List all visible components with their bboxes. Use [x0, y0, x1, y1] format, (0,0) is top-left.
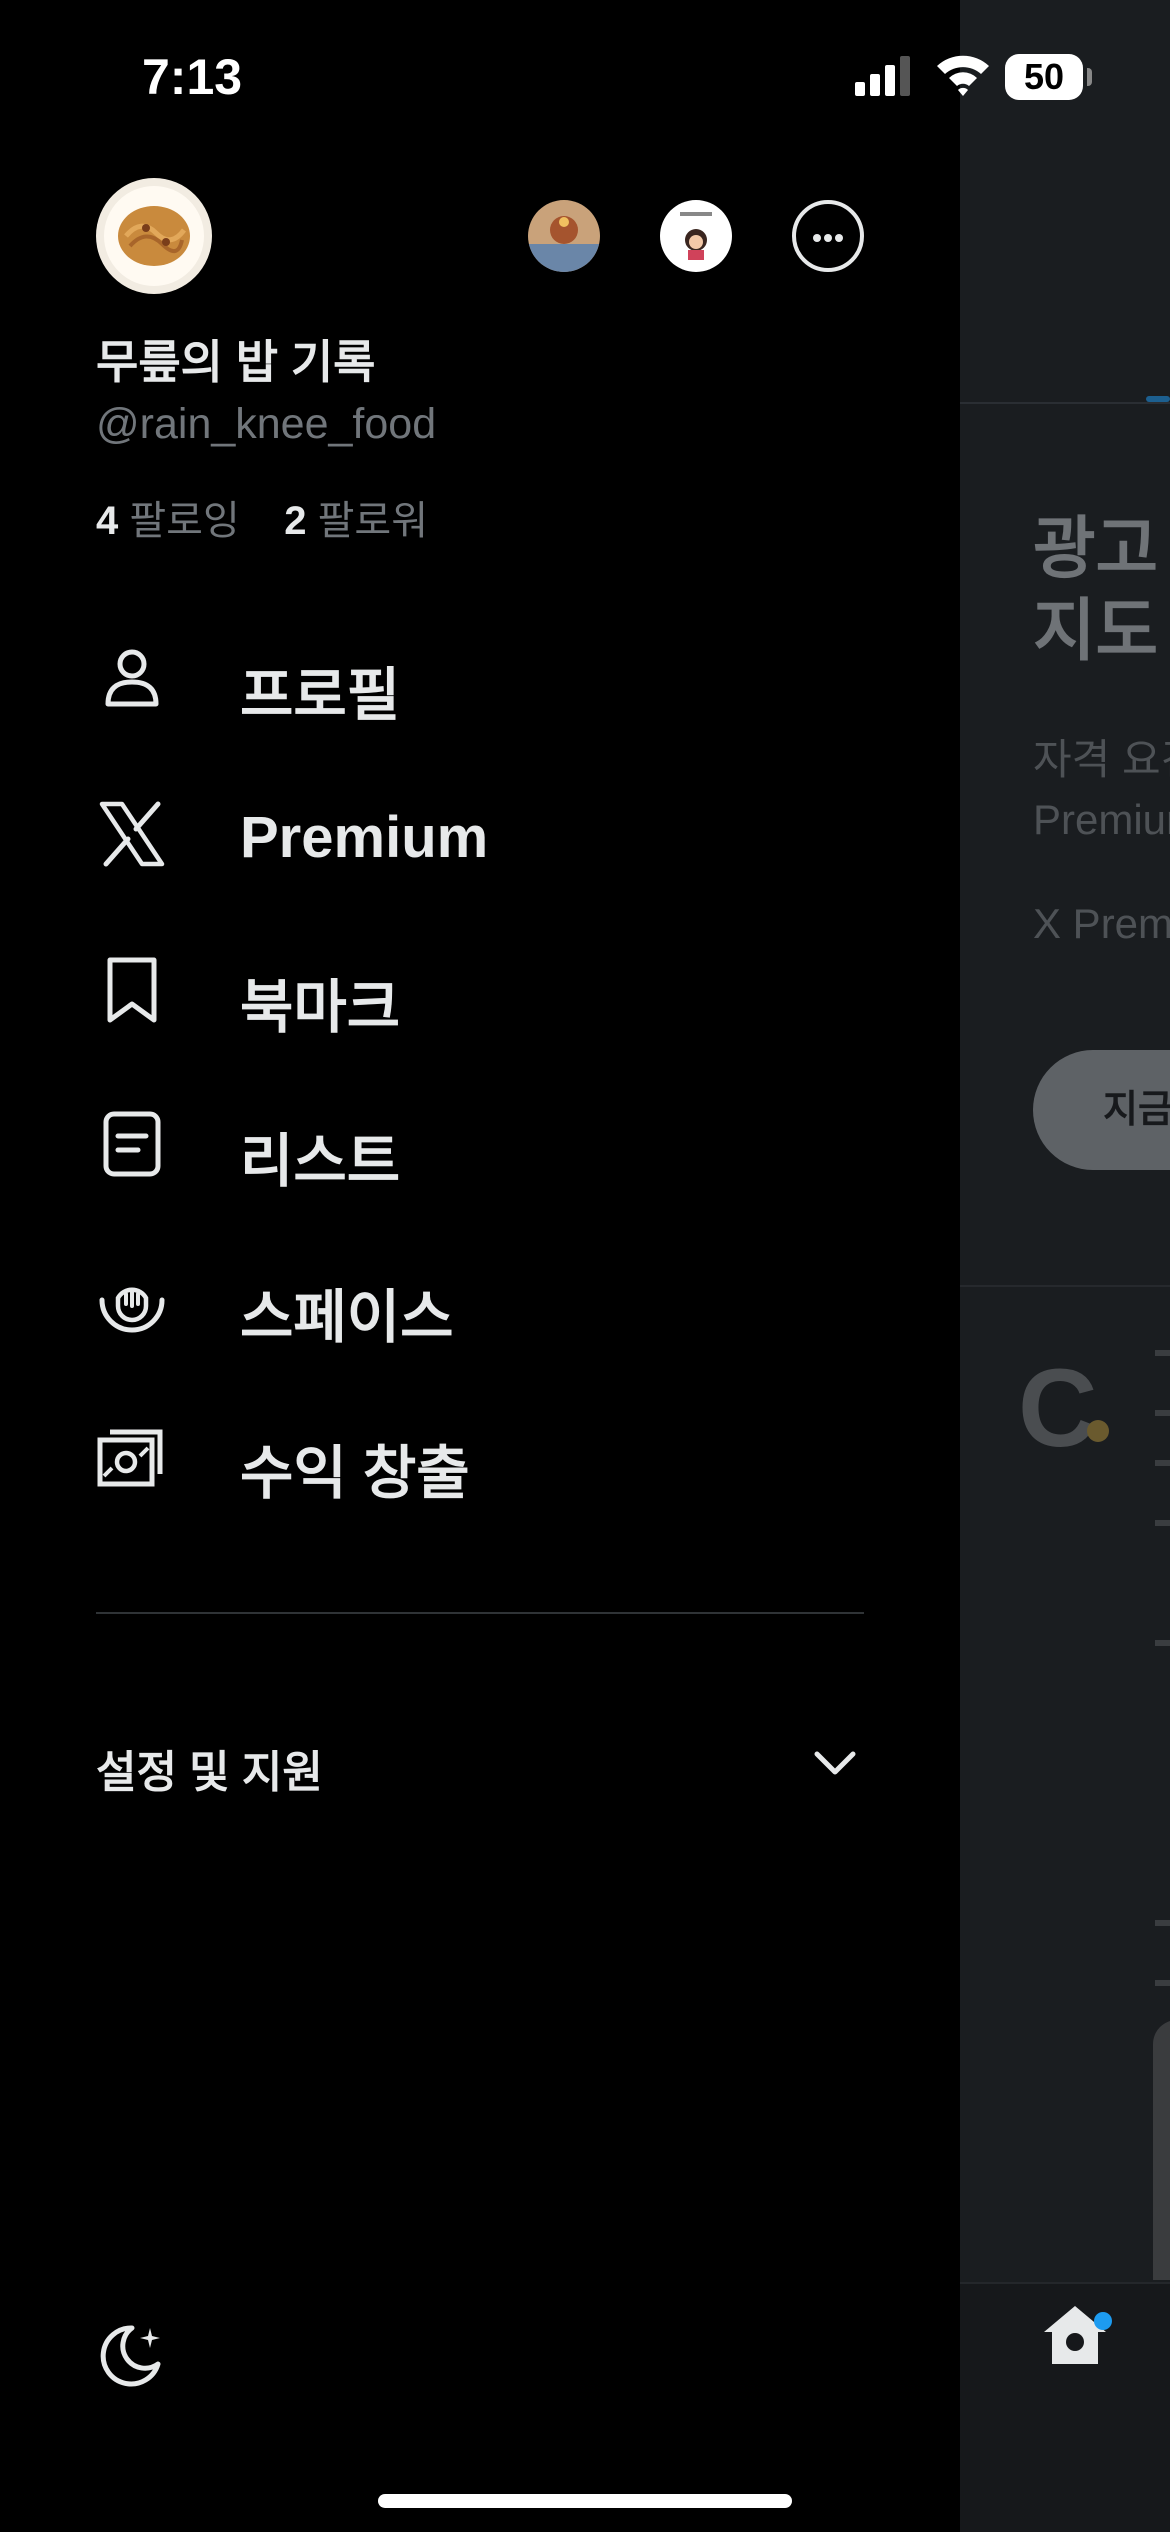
- spaces-icon: [99, 1287, 165, 1333]
- ad-title: 광고 지도: [1033, 511, 1159, 669]
- cellular-signal-icon: [855, 56, 910, 96]
- brand-logo-dot: [1087, 1420, 1109, 1442]
- following-count: 4: [96, 499, 119, 543]
- active-tab-indicator: [1146, 396, 1170, 402]
- chevron-down-icon: [814, 1751, 856, 1775]
- menu-item-monetization[interactable]: 수익 창출: [96, 1400, 876, 1510]
- battery-cap: [1087, 68, 1092, 86]
- post-image: [1153, 2020, 1170, 2280]
- display-name: 무릎의 밥 기록: [96, 336, 376, 388]
- notification-dot: [1094, 2312, 1112, 2330]
- settings-label: 설정 및 지원: [96, 1748, 323, 1797]
- feed-separator: [960, 1285, 1170, 1287]
- followers-label: 팔로워: [317, 499, 429, 543]
- following-label: 팔로잉: [129, 499, 240, 543]
- switch-account-avatar[interactable]: [528, 200, 600, 272]
- tab-divider: [960, 402, 1170, 404]
- menu-item-profile[interactable]: 프로필: [96, 622, 876, 732]
- menu-item-label: 수익 창출: [240, 1441, 470, 1506]
- switch-account-avatar[interactable]: [660, 200, 732, 272]
- menu-item-lists[interactable]: 리스트: [96, 1088, 876, 1198]
- background-feed: 광고 지도 자격 요건 Premium X Prem 지금 C: [960, 0, 1170, 2532]
- menu-item-premium[interactable]: Premium: [96, 778, 876, 888]
- text-fragment: [1155, 1410, 1170, 1416]
- menu-item-label: Premium: [240, 805, 489, 870]
- dark-mode-icon[interactable]: [96, 2320, 166, 2390]
- followers-count: 2: [284, 499, 307, 543]
- battery-indicator: 50: [1005, 54, 1083, 100]
- text-fragment: [1155, 1350, 1170, 1356]
- ad-body: 자격 요건 Premium: [1033, 736, 1170, 843]
- menu-item-spaces[interactable]: 스페이스: [96, 1244, 876, 1354]
- user-handle: @rain_knee_food: [96, 400, 437, 448]
- list-icon: [103, 1111, 161, 1177]
- text-fragment: [1155, 1640, 1170, 1646]
- settings-and-support-toggle[interactable]: 설정 및 지원: [96, 1722, 864, 1802]
- menu-item-label: 리스트: [240, 1129, 401, 1194]
- wifi-icon: [937, 55, 989, 96]
- menu-item-bookmarks[interactable]: 북마크: [96, 934, 876, 1044]
- more-options-button[interactable]: [792, 200, 864, 272]
- home-icon[interactable]: [1040, 2300, 1110, 2370]
- menu-item-label: 프로필: [240, 663, 401, 728]
- profile-avatar[interactable]: [96, 178, 212, 294]
- menu-item-label: 스페이스: [240, 1285, 454, 1350]
- home-indicator[interactable]: [378, 2494, 792, 2508]
- ad-cta-button: 지금: [1033, 1050, 1170, 1170]
- brand-logo: C: [1018, 1347, 1098, 1470]
- x-logo-icon: [99, 801, 165, 867]
- text-fragment: [1155, 1980, 1170, 1986]
- bookmark-icon: [107, 957, 157, 1023]
- side-drawer: 7:13 무릎의 밥 기록 @rain_knee_food 4 팔로잉 2 팔로…: [0, 0, 960, 2532]
- text-fragment: [1155, 1520, 1170, 1526]
- monetization-icon: [97, 1429, 163, 1487]
- following-link[interactable]: 4 팔로잉: [96, 499, 240, 543]
- text-fragment: [1155, 1920, 1170, 1926]
- status-time: 7:13: [142, 49, 243, 105]
- followers-link[interactable]: 2 팔로워: [284, 499, 428, 543]
- follow-stats: 4 팔로잉 2 팔로워: [96, 488, 428, 546]
- text-fragment: [1155, 1460, 1170, 1466]
- person-icon: [105, 649, 159, 707]
- menu-item-label: 북마크: [240, 975, 401, 1040]
- ad-sub: X Prem: [1033, 900, 1170, 947]
- menu-divider: [96, 1612, 864, 1614]
